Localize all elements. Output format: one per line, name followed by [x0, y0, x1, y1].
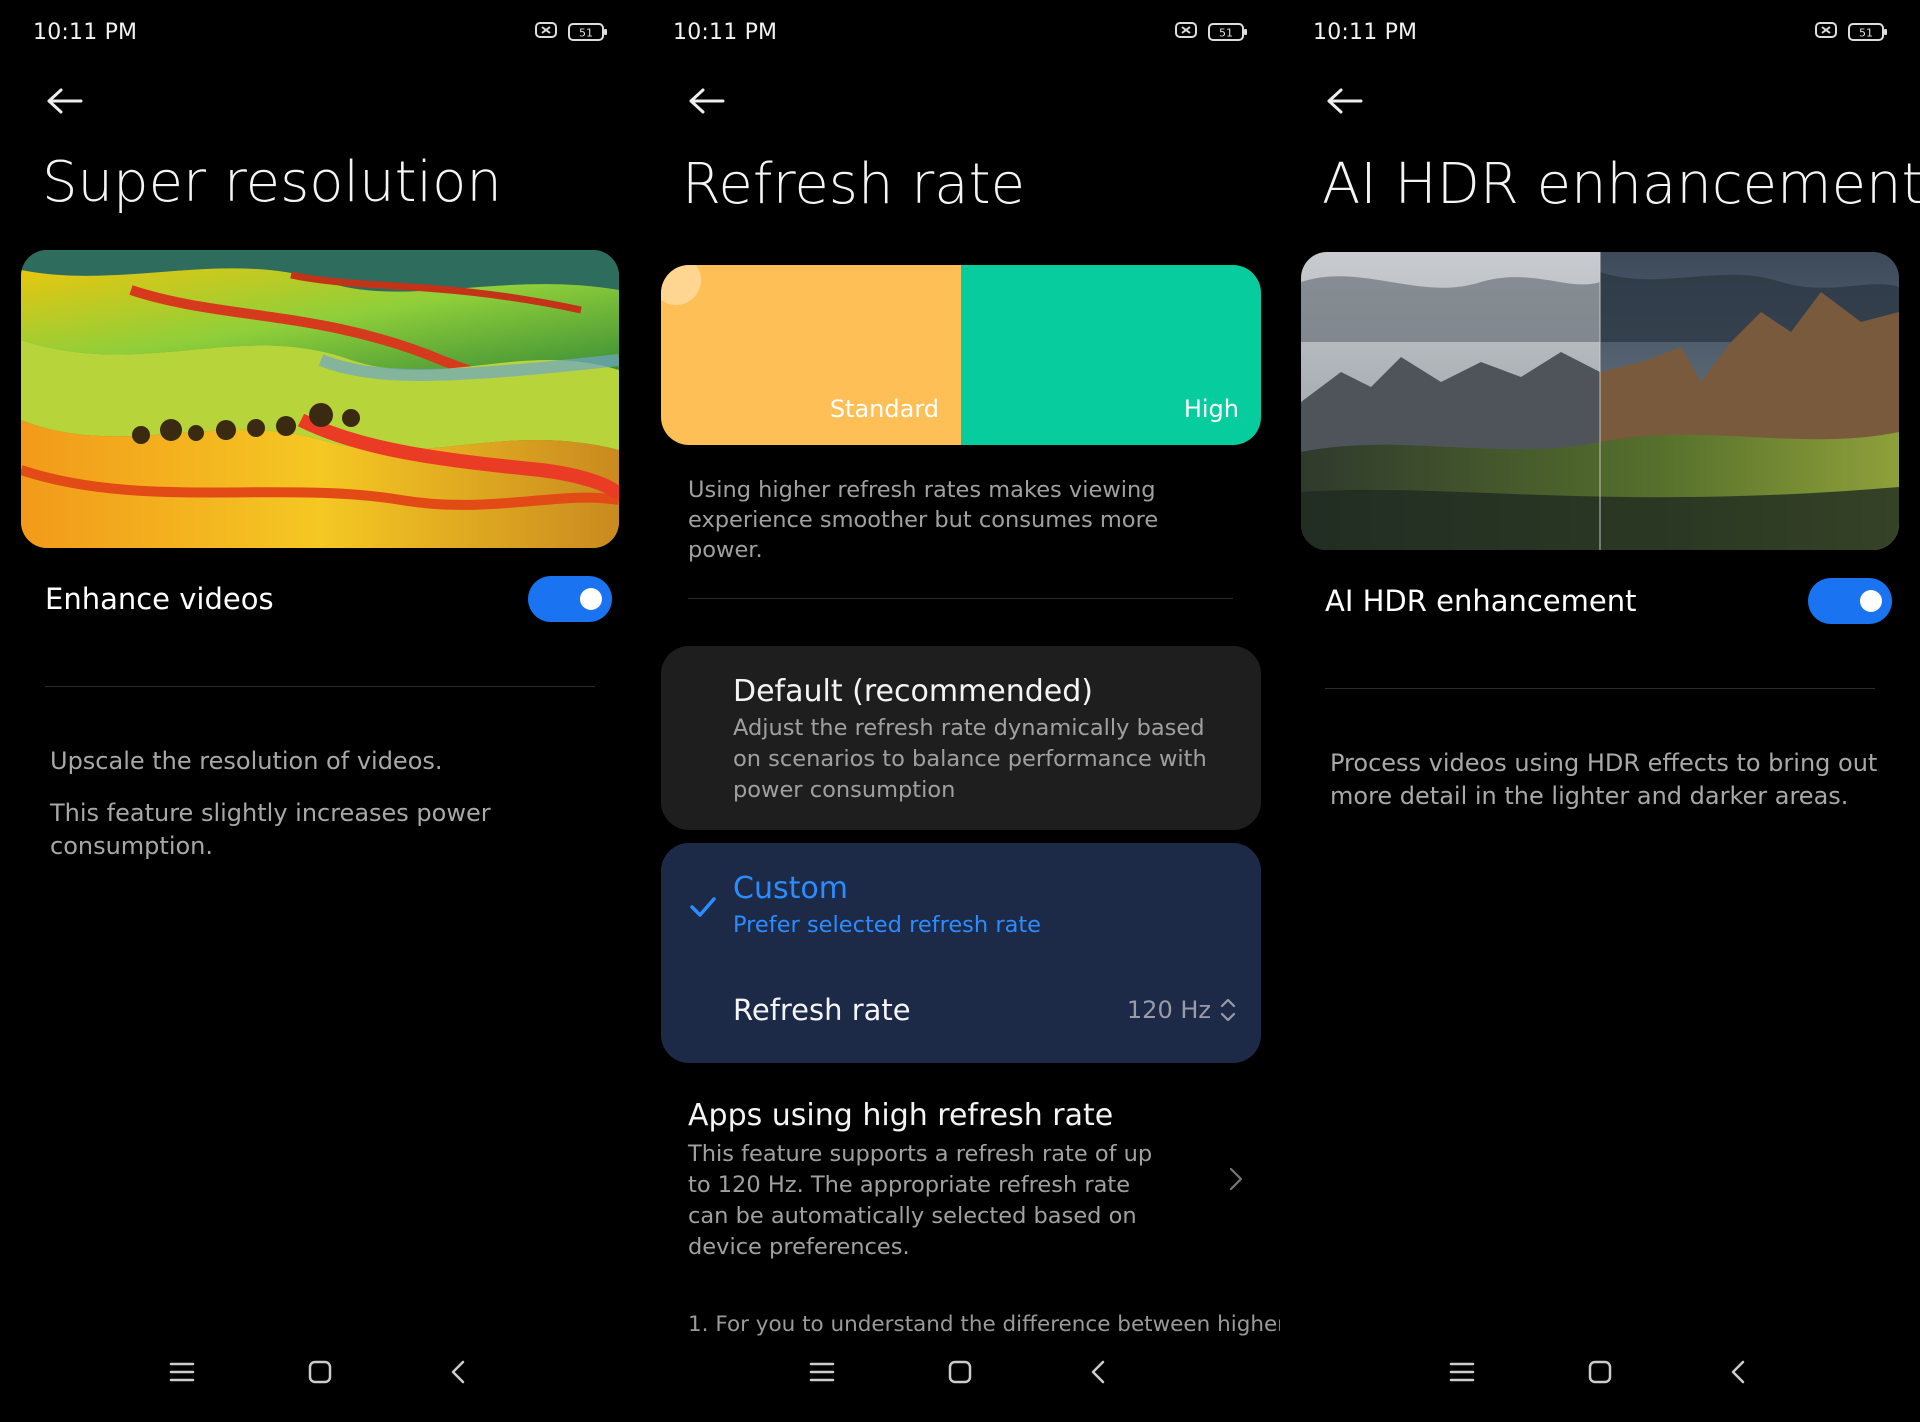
refresh-rate-label: Refresh rate	[733, 993, 911, 1027]
super-resolution-image	[21, 250, 619, 548]
status-icons: 51	[1814, 20, 1888, 44]
home-icon	[1588, 1360, 1612, 1384]
up-down-icon	[1220, 998, 1236, 1022]
enhance-videos-toggle[interactable]	[528, 576, 612, 622]
page-title: Refresh rate	[682, 152, 1026, 217]
back-arrow-icon	[1327, 88, 1363, 114]
status-time: 10:11 PM	[673, 19, 778, 45]
toggle-label: Enhance videos	[45, 582, 274, 616]
refresh-rate-selector: Standard High	[661, 265, 1261, 445]
navigation-bar	[0, 1322, 640, 1422]
default-option-description: Adjust the refresh rate dynamically base…	[733, 715, 1207, 803]
toggle-knob	[1860, 590, 1882, 612]
toggle-label: AI HDR enhancement	[1325, 584, 1637, 618]
apps-title: Apps using high refresh rate	[688, 1098, 1114, 1133]
default-option[interactable]: Default (recommended) Adjust the refresh…	[661, 646, 1261, 830]
sim-off-icon	[1174, 20, 1198, 44]
battery-icon: 51	[1208, 22, 1248, 42]
back-arrow-icon	[689, 88, 725, 114]
home-icon	[308, 1360, 332, 1384]
refresh-rate-row[interactable]: Refresh rate 120 Hz	[733, 993, 1237, 1027]
nav-back-button[interactable]	[1719, 1353, 1757, 1391]
hdr-comparison-image	[1301, 252, 1899, 550]
nav-back-icon	[451, 1360, 465, 1384]
apps-description: This feature supports a refresh rate of …	[688, 1141, 1153, 1260]
status-time: 10:11 PM	[33, 19, 138, 45]
menu-button[interactable]	[1443, 1353, 1481, 1391]
apps-high-refresh-rate[interactable]: Apps using high refresh rate This featur…	[688, 1098, 1248, 1263]
nav-back-icon	[1091, 1360, 1105, 1384]
menu-icon	[169, 1362, 195, 1382]
status-icons: 51	[534, 20, 608, 44]
menu-button[interactable]	[803, 1353, 841, 1391]
description-2: This feature slightly increases power co…	[50, 799, 491, 860]
standard-label: Standard	[829, 395, 939, 423]
battery-level: 51	[1219, 27, 1233, 40]
navigation-bar	[640, 1322, 1280, 1422]
check-icon	[689, 895, 717, 923]
ai-hdr-row[interactable]: AI HDR enhancement	[1325, 571, 1892, 631]
indicator-dot	[661, 265, 701, 305]
battery-level: 51	[579, 27, 593, 40]
default-option-title: Default (recommended)	[733, 674, 1093, 709]
screen-super-resolution: 10:11 PM 51 Super resolution Enhance vid…	[0, 0, 640, 1422]
custom-option-title: Custom	[733, 871, 848, 906]
high-label: High	[1183, 395, 1239, 423]
nav-back-button[interactable]	[1079, 1353, 1117, 1391]
toggle-knob	[580, 588, 602, 610]
battery-icon: 51	[568, 22, 608, 42]
sim-off-icon	[534, 20, 558, 44]
home-button[interactable]	[301, 1353, 339, 1391]
menu-button[interactable]	[163, 1353, 201, 1391]
screen-refresh-rate: 10:11 PM 51 Refresh rate Standard High U…	[640, 0, 1280, 1422]
refresh-info: Using higher refresh rates makes viewing…	[688, 477, 1159, 563]
battery-level: 51	[1859, 27, 1873, 40]
custom-option-subtitle: Prefer selected refresh rate	[733, 912, 1042, 938]
back-button[interactable]	[684, 78, 730, 124]
menu-icon	[809, 1362, 835, 1382]
home-icon	[948, 1360, 972, 1384]
screens-row: 10:11 PM 51 Super resolution Enhance vid…	[0, 0, 1920, 1422]
home-button[interactable]	[1581, 1353, 1619, 1391]
status-bar: 10:11 PM 51	[640, 0, 1280, 64]
description-1: Upscale the resolution of videos.	[50, 747, 443, 775]
status-bar: 10:11 PM 51	[0, 0, 640, 64]
status-icons: 51	[1174, 20, 1248, 44]
refresh-rate-value: 120 Hz	[1126, 996, 1211, 1024]
refresh-rate-value-group[interactable]: 120 Hz	[1127, 996, 1237, 1024]
ai-hdr-toggle[interactable]	[1808, 578, 1892, 624]
screen-ai-hdr: 10:11 PM 51 AI HDR enhancement AI HDR en…	[1280, 0, 1920, 1422]
status-time: 10:11 PM	[1313, 19, 1418, 45]
page-title: AI HDR enhancement	[1322, 152, 1920, 217]
back-button[interactable]	[1322, 78, 1368, 124]
custom-option[interactable]: Custom Prefer selected refresh rate Refr…	[661, 843, 1261, 1063]
sim-off-icon	[1814, 20, 1838, 44]
nav-back-button[interactable]	[439, 1353, 477, 1391]
chevron-right-icon	[1228, 1166, 1244, 1196]
status-bar: 10:11 PM 51	[1280, 0, 1920, 64]
battery-icon: 51	[1848, 22, 1888, 42]
back-button[interactable]	[42, 78, 88, 124]
home-button[interactable]	[941, 1353, 979, 1391]
nav-back-icon	[1731, 1360, 1745, 1384]
standard-rate-option[interactable]: Standard	[661, 265, 961, 445]
description: Process videos using HDR effects to brin…	[1330, 749, 1878, 810]
high-rate-option[interactable]: High	[961, 265, 1261, 445]
menu-icon	[1449, 1362, 1475, 1382]
divider	[688, 598, 1233, 599]
enhance-videos-row[interactable]: Enhance videos	[45, 569, 612, 629]
page-title: Super resolution	[42, 150, 502, 215]
back-arrow-icon	[47, 88, 83, 114]
navigation-bar	[1280, 1322, 1920, 1422]
divider	[45, 686, 595, 687]
divider	[1325, 688, 1875, 689]
